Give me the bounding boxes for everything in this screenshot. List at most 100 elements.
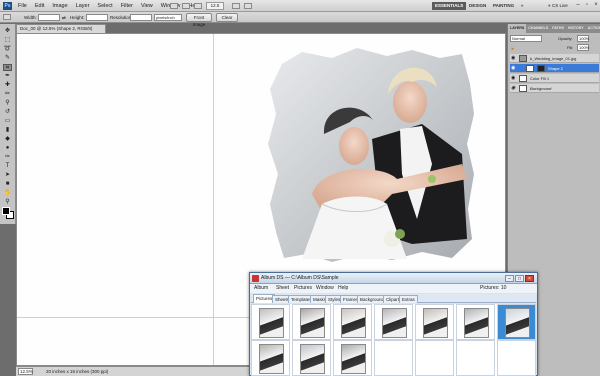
album-menu-help[interactable]: Help <box>338 284 348 293</box>
swap-icon[interactable]: ⇄ <box>62 14 66 21</box>
menu-filter[interactable]: Filter <box>121 2 133 10</box>
bridge-icon[interactable] <box>170 3 178 9</box>
document-tab[interactable]: Doc_00 @ 12.5% (Shape 2, RGB/8) <box>16 24 106 33</box>
document-size-info[interactable]: 20 inches x 15 inches (300 ppi) <box>46 367 108 376</box>
shape-tool-icon[interactable]: ■ <box>3 181 12 188</box>
photo-thumbnail[interactable] <box>300 344 325 374</box>
width-field[interactable] <box>38 14 60 21</box>
crop-tool-icon[interactable]: ⌗ <box>3 64 12 71</box>
close-icon[interactable]: × <box>592 2 600 9</box>
zoom-level-field[interactable]: 12.5 <box>206 2 224 10</box>
height-field[interactable] <box>86 14 108 21</box>
resolution-unit-select[interactable]: pixels/inch <box>154 14 182 21</box>
status-zoom-field[interactable]: 12.5% <box>18 368 33 375</box>
move-tool-icon[interactable]: ✥ <box>3 28 12 35</box>
blur-tool-icon[interactable]: ◆ <box>3 136 12 143</box>
photo-thumbnail[interactable] <box>382 308 407 338</box>
photo-thumbnail[interactable] <box>300 308 325 338</box>
album-close-icon[interactable]: × <box>525 275 534 282</box>
thumbnail-cell[interactable] <box>292 340 331 376</box>
wedding-photo-layer[interactable] <box>262 44 477 266</box>
tab-layers[interactable]: LAYERS <box>508 24 527 33</box>
album-minimize-icon[interactable]: – <box>505 275 514 282</box>
blend-mode-select[interactable]: Normal <box>510 35 542 42</box>
cs-live-button[interactable]: ● CS Live <box>548 2 568 10</box>
thumbnail-cell[interactable] <box>292 304 331 340</box>
path-selection-tool-icon[interactable]: ➤ <box>3 172 12 179</box>
photo-thumbnail[interactable] <box>259 344 284 374</box>
photo-thumbnail[interactable] <box>341 308 366 338</box>
layer-row[interactable]: ◉ b_Wedding_image_01.jpg <box>510 54 599 63</box>
menu-edit[interactable]: Edit <box>35 2 44 10</box>
minimize-icon[interactable]: – <box>574 2 582 9</box>
quick-select-tool-icon[interactable]: ✎ <box>3 55 12 62</box>
screen-mode-icon[interactable] <box>244 3 252 9</box>
workspace-more-icon[interactable]: » <box>518 2 527 10</box>
zoom-tool-icon[interactable]: ⚲ <box>3 199 12 206</box>
album-title-bar[interactable]: Album DS — C:\Album DS\Sample – □ × <box>250 273 537 284</box>
clone-stamp-tool-icon[interactable]: ⚲ <box>3 100 12 107</box>
album-menu-album[interactable]: Album <box>254 284 268 293</box>
thumbnail-cell[interactable] <box>456 340 495 376</box>
layer-row[interactable]: ◉ Background <box>510 84 599 93</box>
visibility-eye-icon[interactable]: ◉ <box>511 66 516 71</box>
visibility-eye-icon[interactable]: ◉ <box>511 86 516 91</box>
menu-file[interactable]: File <box>18 2 27 10</box>
photo-thumbnail[interactable] <box>505 308 530 338</box>
thumbnail-cell[interactable] <box>497 340 536 376</box>
crop-tool-preset-icon[interactable] <box>3 14 11 20</box>
workspace-painting[interactable]: PAINTING <box>490 2 517 10</box>
visibility-eye-icon[interactable]: ◉ <box>511 56 516 61</box>
menu-layer[interactable]: Layer <box>76 2 90 10</box>
thumbnail-cell[interactable] <box>333 304 372 340</box>
album-tab-extras[interactable]: Extras <box>399 295 418 303</box>
eraser-tool-icon[interactable]: ▭ <box>3 118 12 125</box>
resolution-field[interactable] <box>130 14 152 21</box>
menu-image[interactable]: Image <box>52 2 67 10</box>
brush-tool-icon[interactable]: ✏ <box>3 91 12 98</box>
tab-channels[interactable]: CHANNELS <box>526 24 550 33</box>
arrange-documents-icon[interactable] <box>232 3 240 9</box>
opacity-field[interactable]: 100% <box>577 35 589 42</box>
thumbnail-cell[interactable] <box>374 304 413 340</box>
lasso-tool-icon[interactable]: ➰ <box>3 46 12 53</box>
tab-paths[interactable]: PATHS <box>550 24 566 33</box>
fill-field[interactable]: 100% <box>577 44 589 51</box>
menu-view[interactable]: View <box>141 2 153 10</box>
thumbnail-cell[interactable] <box>374 340 413 376</box>
marquee-tool-icon[interactable]: ⬚ <box>3 37 12 44</box>
workspace-essentials[interactable]: ESSENTIALS <box>432 2 467 10</box>
menu-select[interactable]: Select <box>97 2 112 10</box>
tab-history[interactable]: HISTORY <box>566 24 586 33</box>
gradient-tool-icon[interactable]: ▮ <box>3 127 12 134</box>
album-menu-pictures[interactable]: Pictures <box>294 284 312 293</box>
photo-thumbnail[interactable] <box>423 308 448 338</box>
thumbnail-cell[interactable] <box>456 304 495 340</box>
history-brush-tool-icon[interactable]: ↺ <box>3 109 12 116</box>
pen-tool-icon[interactable]: ✑ <box>3 154 12 161</box>
tab-actions[interactable]: ACTIONS <box>586 24 600 33</box>
thumbnail-cell[interactable] <box>251 304 290 340</box>
hand-tool-icon[interactable]: ✋ <box>3 190 12 197</box>
view-extras-icon[interactable] <box>194 3 202 9</box>
clear-button[interactable]: Clear <box>216 13 238 22</box>
workspace-design[interactable]: DESIGN <box>466 2 489 10</box>
mini-bridge-icon[interactable] <box>182 3 190 9</box>
type-tool-icon[interactable]: T <box>3 163 12 170</box>
healing-brush-tool-icon[interactable]: ✚ <box>3 82 12 89</box>
album-menu-window[interactable]: Window <box>316 284 334 293</box>
thumbnail-cell[interactable] <box>333 340 372 376</box>
thumbnail-cell[interactable] <box>415 340 454 376</box>
photo-thumbnail[interactable] <box>464 308 489 338</box>
album-maximize-icon[interactable]: □ <box>515 275 524 282</box>
lock-icon[interactable]: 🔒 <box>510 45 515 50</box>
restore-icon[interactable]: ▫ <box>583 2 591 9</box>
foreground-color-swatch[interactable] <box>2 207 10 215</box>
front-image-button[interactable]: Front Image <box>186 13 212 27</box>
dodge-tool-icon[interactable]: ● <box>3 145 12 152</box>
album-menu-sheet[interactable]: Sheet <box>276 284 289 293</box>
thumbnail-cell[interactable] <box>497 304 536 340</box>
visibility-eye-icon[interactable]: ◉ <box>511 76 516 81</box>
layer-row-selected[interactable]: ◉ Shape 2 <box>510 64 599 73</box>
thumbnail-cell[interactable] <box>415 304 454 340</box>
